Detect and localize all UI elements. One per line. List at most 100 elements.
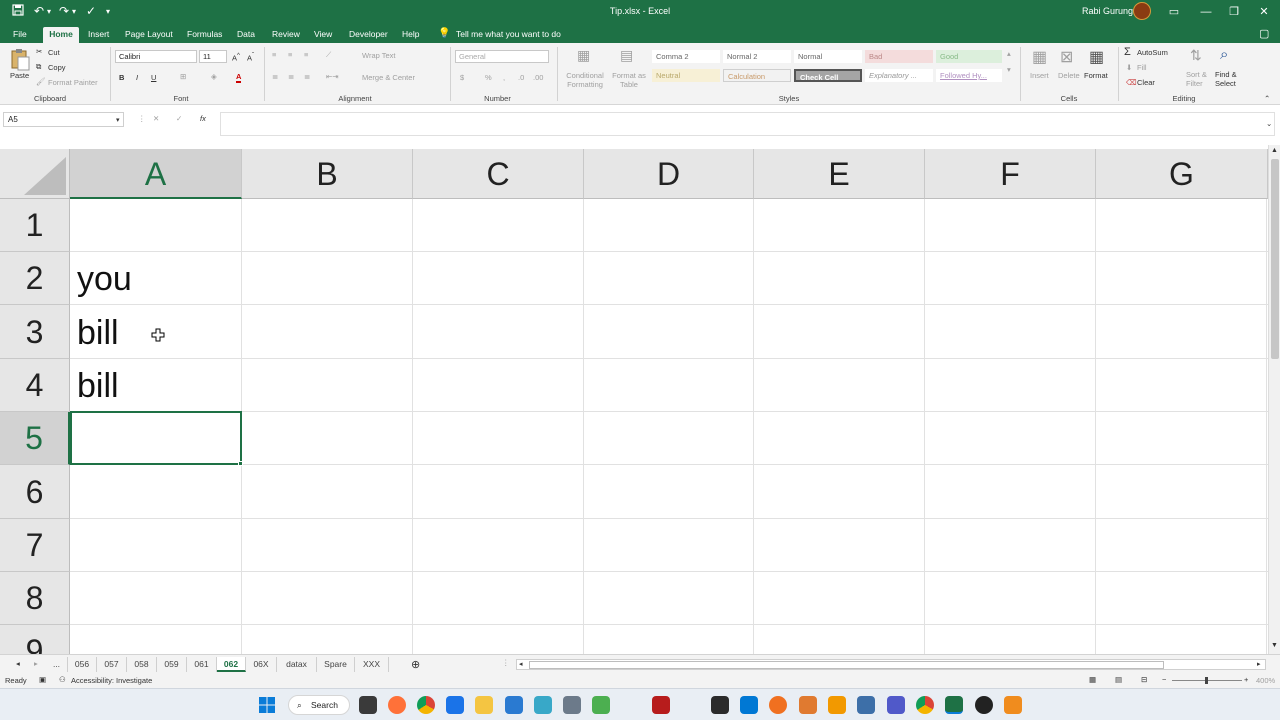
- restore-icon[interactable]: ❐: [1220, 3, 1248, 21]
- confirm-entry-icon[interactable]: ✓: [176, 114, 182, 123]
- file-explorer-icon[interactable]: [475, 696, 493, 714]
- next-sheet-icon[interactable]: ▸: [34, 659, 38, 668]
- cancel-entry-icon[interactable]: ✕: [153, 114, 159, 123]
- sheet-tab-062[interactable]: 062: [217, 657, 246, 672]
- ribbon-display-options-icon[interactable]: ▭: [1160, 3, 1188, 21]
- row-header-8[interactable]: 8: [0, 572, 70, 625]
- vb-icon[interactable]: [505, 696, 523, 714]
- copy-icon[interactable]: ⧉: [36, 62, 41, 72]
- obs-icon[interactable]: [975, 696, 993, 714]
- align-center-icon[interactable]: ≣: [288, 72, 294, 81]
- page-break-view-icon[interactable]: ⊟: [1141, 675, 1147, 684]
- zoom-slider-thumb[interactable]: [1205, 677, 1208, 684]
- align-left-icon[interactable]: ≣: [272, 72, 278, 81]
- find-icon[interactable]: ⌕: [1220, 46, 1228, 63]
- sheet-tab-more[interactable]: ...: [46, 657, 68, 672]
- wrap-text-button[interactable]: Wrap Text: [362, 51, 396, 60]
- fill-button[interactable]: Fill: [1137, 63, 1147, 72]
- name-box-dropdown-icon[interactable]: ▾: [116, 116, 120, 124]
- page-layout-view-icon[interactable]: ▤: [1115, 675, 1122, 684]
- format-cells-icon[interactable]: ▦: [1089, 47, 1104, 67]
- column-header-g[interactable]: G: [1096, 149, 1268, 199]
- macro-record-icon[interactable]: ▣: [39, 675, 46, 684]
- comma-style-icon[interactable]: ,: [503, 73, 505, 82]
- row-header-2[interactable]: 2: [0, 252, 70, 305]
- calculator-icon[interactable]: [563, 696, 581, 714]
- column-header-e[interactable]: E: [754, 149, 925, 199]
- increase-font-icon[interactable]: A^: [232, 52, 240, 63]
- styles-scroll-down-icon[interactable]: ▾: [1007, 65, 1011, 74]
- insert-function-button[interactable]: fx: [200, 114, 206, 123]
- horizontal-scroll-thumb[interactable]: [529, 661, 1164, 669]
- horizontal-scrollbar[interactable]: ◂ ▸: [516, 659, 1266, 670]
- scroll-up-icon[interactable]: ▲: [1271, 147, 1278, 154]
- cut-button[interactable]: Cut: [48, 48, 60, 57]
- task-view-icon[interactable]: [359, 696, 377, 714]
- row-header-7[interactable]: 7: [0, 519, 70, 572]
- align-middle-icon[interactable]: ≡: [288, 50, 292, 59]
- normal-view-icon[interactable]: ▦: [1089, 675, 1096, 684]
- align-right-icon[interactable]: ≣: [304, 72, 310, 81]
- row-header-4[interactable]: 4: [0, 359, 70, 412]
- align-top-icon[interactable]: ≡: [272, 50, 276, 59]
- name-box[interactable]: A5: [3, 112, 124, 127]
- tab-file[interactable]: File: [9, 27, 31, 43]
- chrome-icon[interactable]: [417, 696, 435, 714]
- insert-cells-button[interactable]: Insert: [1030, 71, 1049, 80]
- sheet-tab-059[interactable]: 059: [157, 657, 187, 672]
- app-icon[interactable]: [857, 696, 875, 714]
- conditional-formatting-icon[interactable]: ▦: [577, 47, 590, 64]
- scroll-left-icon[interactable]: ◂: [519, 660, 523, 668]
- tab-split-handle-icon[interactable]: ⋮: [502, 658, 510, 667]
- cut-icon[interactable]: ✂: [36, 47, 42, 56]
- row-header-5[interactable]: 5: [0, 412, 70, 465]
- sheet-tab-061[interactable]: 061: [187, 657, 217, 672]
- style-comma-2[interactable]: Comma 2: [652, 50, 720, 63]
- sheet-tab-058[interactable]: 058: [127, 657, 157, 672]
- paste-button[interactable]: Paste: [10, 71, 29, 80]
- format-as-table-button[interactable]: Format as Table: [610, 71, 648, 89]
- app-icon[interactable]: [711, 696, 729, 714]
- sublime-icon[interactable]: [828, 696, 846, 714]
- zoom-level[interactable]: 400%: [1256, 676, 1275, 685]
- cell-a3[interactable]: bill: [77, 314, 119, 353]
- prev-sheet-icon[interactable]: ◂: [16, 659, 20, 668]
- column-header-c[interactable]: C: [413, 149, 584, 199]
- sheet-tab-xxx[interactable]: XXX: [355, 657, 389, 672]
- formula-input[interactable]: [220, 112, 1275, 136]
- row-header-9[interactable]: 9: [0, 625, 70, 654]
- delete-cells-button[interactable]: Delete: [1058, 71, 1080, 80]
- notepad-icon[interactable]: [592, 696, 610, 714]
- find-select-button[interactable]: Find & Select: [1215, 70, 1245, 88]
- minimize-icon[interactable]: —: [1192, 3, 1220, 21]
- add-sheet-icon[interactable]: ⊕: [411, 658, 420, 671]
- autosum-icon[interactable]: Σ: [1124, 46, 1131, 58]
- app-icon[interactable]: [799, 696, 817, 714]
- formula-bar-grip-icon[interactable]: ⋮: [138, 114, 146, 123]
- sheet-tab-datax[interactable]: datax: [277, 657, 317, 672]
- format-painter-icon[interactable]: 🖌: [36, 77, 46, 86]
- accessibility-icon[interactable]: ⚇: [59, 675, 66, 684]
- style-followed-hyperlink[interactable]: Followed Hy...: [936, 69, 1002, 82]
- format-painter-button[interactable]: Format Painter: [48, 78, 98, 87]
- indent-icon[interactable]: ⇤⇥: [326, 72, 339, 81]
- style-normal-2[interactable]: Normal 2: [723, 50, 791, 63]
- zoom-in-icon[interactable]: +: [1244, 675, 1248, 684]
- fill-handle[interactable]: [238, 461, 243, 466]
- delete-cells-icon[interactable]: ⊠: [1060, 47, 1073, 67]
- format-as-table-icon[interactable]: ▤: [620, 47, 633, 64]
- vscode-icon[interactable]: [740, 696, 758, 714]
- format-cells-button[interactable]: Format: [1084, 71, 1108, 80]
- filezilla-icon[interactable]: [652, 696, 670, 714]
- expand-formula-bar-icon[interactable]: ⌄: [1266, 119, 1272, 128]
- italic-button[interactable]: I: [136, 73, 138, 82]
- sort-filter-icon[interactable]: ⇅: [1190, 47, 1202, 64]
- tab-developer[interactable]: Developer: [345, 27, 392, 43]
- autosum-button[interactable]: AutoSum: [1137, 48, 1168, 57]
- column-header-f[interactable]: F: [925, 149, 1096, 199]
- font-size-select[interactable]: 11: [199, 50, 227, 63]
- clear-button[interactable]: Clear: [1137, 78, 1155, 87]
- tab-data[interactable]: Data: [233, 27, 259, 43]
- style-explanatory[interactable]: Explanatory ...: [865, 69, 933, 82]
- style-neutral[interactable]: Neutral: [652, 69, 720, 82]
